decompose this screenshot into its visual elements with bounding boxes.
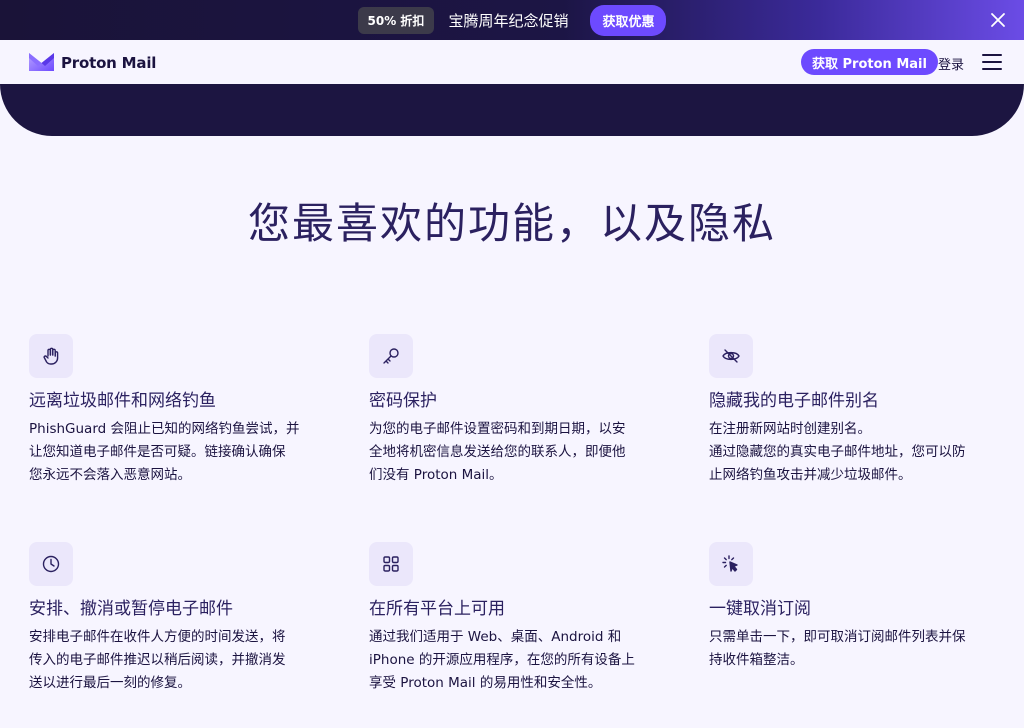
feature-title: 隐藏我的电子邮件别名 (709, 391, 879, 411)
clock-icon (29, 542, 73, 586)
site-header: Proton Mail 获取 Proton Mail 登录 (0, 40, 1024, 84)
feature-schedule-undo-snooze: 安排、撤消或暂停电子邮件 安排电子邮件在收件人方便的时间发送，将 传入的电子邮件… (29, 542, 329, 695)
login-link[interactable]: 登录 (938, 54, 964, 73)
feature-line: 让您知道电子邮件是否可疑。链接确认确保 (29, 444, 286, 460)
feature-line: 止网络钓鱼攻击并减少垃圾邮件。 (709, 467, 912, 483)
proton-mail-logo[interactable]: Proton Mail (28, 50, 156, 76)
feature-line: 您永远不会落入恶意网站。 (29, 467, 191, 483)
feature-line: 享受 Proton Mail 的易用性和安全性。 (369, 675, 602, 691)
feature-line: 只需单击一下，即可取消订阅邮件列表并保 (709, 629, 966, 645)
hero-banner (0, 84, 1024, 136)
feature-line: 为您的电子邮件设置密码和到期日期，以安 (369, 421, 626, 437)
promo-text: 宝腾周年纪念促销 (448, 11, 569, 30)
feature-one-click-unsubscribe: 一键取消订阅 只需单击一下，即可取消订阅邮件列表并保 持收件箱整洁。 (709, 542, 1009, 672)
key-icon (369, 334, 413, 378)
feature-title: 远离垃圾邮件和网络钓鱼 (29, 391, 216, 411)
feature-line: 们没有 Proton Mail。 (369, 467, 503, 483)
feature-line: 送以进行最后一刻的修复。 (29, 675, 191, 691)
cursor-click-icon (709, 542, 753, 586)
feature-line: 通过隐藏您的真实电子邮件地址，您可以防 (709, 444, 966, 460)
grid-apps-icon (369, 542, 413, 586)
promo-banner: 50% 折扣 宝腾周年纪念促销 获取优惠 (0, 0, 1024, 40)
feature-all-platforms: 在所有平台上可用 通过我们适用于 Web、桌面、Android 和 iPhone… (369, 542, 669, 695)
feature-description: 通过我们适用于 Web、桌面、Android 和 iPhone 的开源应用程序，… (369, 626, 669, 695)
feature-line: 全地将机密信息发送给您的联系人，即便他 (369, 444, 626, 460)
logo-text: Proton Mail (61, 54, 157, 72)
hand-stop-icon (29, 334, 73, 378)
feature-title: 安排、撤消或暂停电子邮件 (29, 599, 233, 619)
feature-title: 一键取消订阅 (709, 599, 811, 619)
discount-badge: 50% 折扣 (357, 6, 435, 34)
feature-line: iPhone 的开源应用程序，在您的所有设备上 (369, 652, 635, 668)
feature-line: 持收件箱整洁。 (709, 652, 804, 668)
feature-title: 在所有平台上可用 (369, 599, 505, 619)
feature-description: 安排电子邮件在收件人方便的时间发送，将 传入的电子邮件推迟以稍后阅读，并撤消发 … (29, 626, 329, 695)
feature-password-protection: 密码保护 为您的电子邮件设置密码和到期日期，以安 全地将机密信息发送给您的联系人… (369, 334, 669, 487)
feature-line: 在注册新网站时创建别名。 (709, 421, 871, 437)
hamburger-menu-icon[interactable] (982, 54, 1002, 70)
close-icon[interactable] (986, 8, 1010, 32)
feature-title: 密码保护 (369, 391, 437, 411)
feature-line: 安排电子邮件在收件人方便的时间发送，将 (29, 629, 286, 645)
feature-hide-my-email: 隐藏我的电子邮件别名 在注册新网站时创建别名。 通过隐藏您的真实电子邮件地址，您… (709, 334, 1009, 487)
feature-line: 传入的电子邮件推迟以稍后阅读，并撤消发 (29, 652, 286, 668)
feature-description: 在注册新网站时创建别名。 通过隐藏您的真实电子邮件地址，您可以防 止网络钓鱼攻击… (709, 418, 1009, 487)
get-offer-button[interactable]: 获取优惠 (590, 4, 667, 36)
proton-logo-icon (28, 50, 55, 76)
feature-description: 只需单击一下，即可取消订阅邮件列表并保 持收件箱整洁。 (709, 626, 1009, 672)
feature-spam-phishing: 远离垃圾邮件和网络钓鱼 PhishGuard 会阻止已知的网络钓鱼尝试，并 让您… (29, 334, 329, 487)
section-title: 您最喜欢的功能，以及隐私 (247, 199, 776, 248)
feature-description: PhishGuard 会阻止已知的网络钓鱼尝试，并 让您知道电子邮件是否可疑。链… (29, 418, 329, 487)
feature-description: 为您的电子邮件设置密码和到期日期，以安 全地将机密信息发送给您的联系人，即便他 … (369, 418, 669, 487)
eye-slash-icon (709, 334, 753, 378)
feature-line: PhishGuard 会阻止已知的网络钓鱼尝试，并 (29, 421, 300, 437)
feature-line: 通过我们适用于 Web、桌面、Android 和 (369, 629, 622, 645)
get-proton-mail-button[interactable]: 获取 Proton Mail (801, 49, 938, 75)
